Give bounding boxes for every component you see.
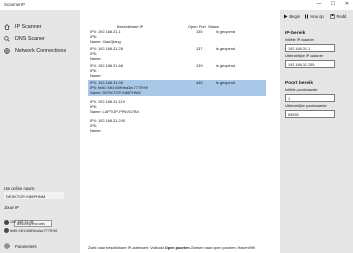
own-name-label: Uw online naam: (4, 186, 36, 191)
port-start-input[interactable]: 1 (285, 94, 335, 102)
maximize-button[interactable]: ☐ (329, 1, 337, 8)
port-cell: 135 (196, 29, 203, 34)
stop-label: Hou op (310, 14, 324, 19)
status-text: Zoek naar beschikbare IP-adressen: Volto… (88, 246, 164, 250)
port-end-value: 65535 (288, 113, 299, 117)
minimize-button[interactable]: — (315, 1, 323, 8)
ip-cell: IP4: 192.168.31.240 IP6: Name: (90, 118, 182, 133)
ip-cell: IP4: 192.168.31.1 IP6: Name: XiaoQiang (90, 29, 182, 44)
ip-cell: IP4: 192.168.31.98 IP6: fe80::f4f1:68ff:f… (90, 80, 182, 95)
table-row[interactable]: IP4: 192.168.31.28 IP6: Name: 137 is geopend (88, 46, 266, 62)
sidebar-item-dns-scanner[interactable]: DNS Scaner (4, 36, 45, 42)
title-bar: ScannerIP — ☐ ✕ (0, 0, 353, 10)
own-ip-label: Jouw IP (4, 205, 19, 210)
window-controls: — ☐ ✕ (315, 1, 351, 8)
ip-cell-line: Name: (90, 56, 102, 61)
port-start-label: Initiële poortwaarde: (285, 88, 319, 92)
own-name-value: DESKTOP-K86PHNM (6, 193, 46, 199)
home-icon (4, 24, 10, 30)
own-ipv4: 192.168.31.98 (10, 220, 34, 224)
close-button[interactable]: ✕ (343, 1, 351, 8)
pause-icon (304, 14, 309, 19)
settings-button[interactable]: Parameters (4, 243, 37, 249)
main-panel: Beschikbare IP Open Port Status IP4: 192… (80, 10, 280, 253)
sidebar-item-label: IP Scanner (15, 24, 42, 30)
settings-label: Parameters (15, 243, 37, 249)
window-title: ScannerIP (4, 2, 26, 7)
network-icon (4, 48, 10, 54)
table-row[interactable]: IP4: 192.168.31.1 IP6: Name: XiaoQiang 135 i… (88, 29, 266, 45)
port-start-value: 1 (288, 97, 291, 101)
ip-cell-line: Name: DESKTOP-K86PHNM (90, 90, 141, 95)
status-cell: is geopend (216, 29, 236, 34)
sidebar-item-label: DNS Scaner (15, 36, 45, 42)
status-cell: is geopend (216, 63, 236, 68)
table-row[interactable]: IP4: 192.168.31.68 IP6: Name: 139 is geopend (88, 63, 266, 79)
ip-cell-line: Name: LAPTOP-PP6VD7B4 (90, 109, 139, 114)
settings-panel: Begin Hou op Redd IP-bereik Initiële IP-… (280, 10, 353, 253)
ip-end-input[interactable]: 192.168.31.255 (285, 60, 335, 68)
port-cell: 137 (196, 46, 203, 51)
ip-status-dot (4, 228, 9, 233)
ip-end-label: Uiteindelijke IP-waarde: (285, 54, 324, 58)
port-cell: 139 (196, 63, 203, 68)
ip-cell-line: Name: (90, 73, 102, 78)
ip-status-dot (4, 220, 9, 225)
ip-cell-line: Name: (90, 128, 102, 133)
ip-end-value: 192.168.31.255 (288, 63, 315, 67)
sidebar: IP Scanner DNS Scaner Network Connection… (0, 10, 80, 253)
status-cell: is geopend (216, 80, 236, 85)
ip-start-input[interactable]: 192.168.31.1 (285, 44, 335, 52)
ip-cell: IP4: 192.168.31.28 IP6: Name: (90, 46, 182, 61)
ip-cell: IP4: 192.168.31.68 IP6: Name: (90, 63, 182, 78)
port-end-label: Uiteindelijke poortwaarde: (285, 104, 328, 108)
table-row[interactable]: IP4: 192.168.31.98 IP6: fe80::f4f1:68ff:f… (88, 80, 266, 96)
begin-button[interactable]: Begin (283, 14, 300, 19)
save-icon (330, 14, 335, 19)
stop-button[interactable]: Hou op (304, 14, 324, 19)
status-bold: Open poorten (164, 246, 190, 250)
gear-icon (4, 243, 10, 249)
play-icon (283, 14, 288, 19)
own-ipv6: fe80::f4f1:68ff:fea3a:7775%9 (10, 229, 58, 233)
status-cell: is geopend (216, 46, 236, 51)
sidebar-item-label: Network Connections (15, 48, 67, 54)
own-name-field: DESKTOP-K86PHNM (4, 192, 64, 199)
ip-cell: IP4: 192.168.31.119 IP6: Name: LAPTOP-PP6V… (90, 99, 182, 114)
search-icon (4, 36, 10, 42)
table-row[interactable]: IP4: 192.168.31.240 IP6: Name: (88, 118, 266, 134)
sidebar-item-network-connections[interactable]: Network Connections (4, 48, 66, 54)
status-bar: Zoek naar beschikbare IP-adressen: Volto… (88, 246, 255, 250)
begin-label: Begin (289, 14, 300, 19)
ip-cell-line: Name: XiaoQiang (90, 39, 121, 44)
save-label: Redd (336, 14, 347, 19)
port-end-input[interactable]: 65535 (285, 110, 335, 118)
port-range-title: Poort bereik (285, 81, 313, 86)
sidebar-item-ip-scanner[interactable]: IP Scanner (4, 24, 42, 30)
ip-range-title: IP-bereik (285, 31, 306, 36)
port-cell: 445 (196, 80, 203, 85)
save-button[interactable]: Redd (330, 14, 346, 19)
ip-start-label: Initiële IP-waarde: (285, 38, 315, 42)
status-text-secondary: Zoeken naar open poorten: Haven999 (190, 246, 255, 250)
ip-start-value: 192.168.31.1 (288, 47, 311, 51)
table-row[interactable]: IP4: 192.168.31.119 IP6: Name: LAPTOP-PP6V… (88, 99, 266, 115)
